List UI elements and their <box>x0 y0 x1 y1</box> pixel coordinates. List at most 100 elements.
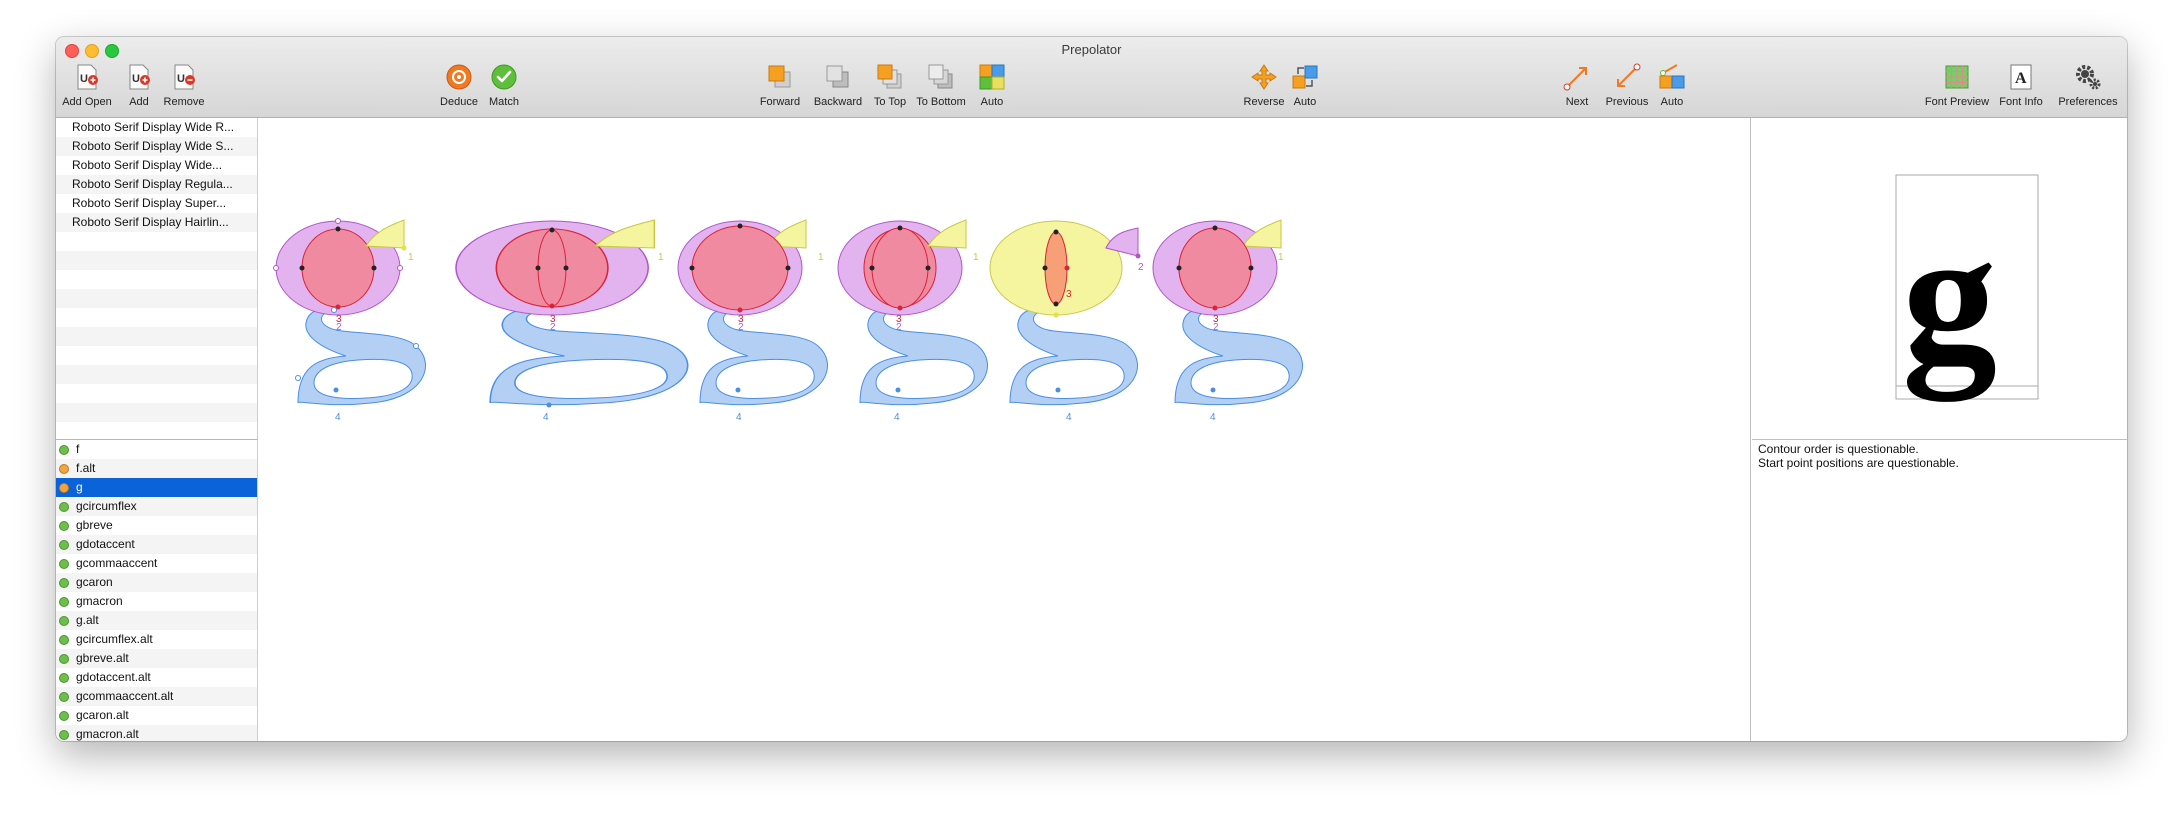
status-dot-icon <box>59 578 69 588</box>
font-list-item[interactable]: Roboto Serif Display Regula... <box>56 175 257 194</box>
master-glyph-4[interactable] <box>837 219 989 406</box>
forward-button[interactable]: Forward <box>757 62 803 114</box>
status-dot-icon <box>59 445 69 455</box>
contour-canvas-svg[interactable]: 1 3 2 4 1 3 2 4 1 3 2 4 1 3 2 4 2 3 4 1 <box>258 118 1750 741</box>
glyph-list-item[interactable]: f.alt <box>56 459 257 478</box>
window-title: Prepolator <box>1061 42 1122 57</box>
glyph-list-item[interactable]: g.alt <box>56 611 257 630</box>
reverse-direction-icon <box>1251 64 1277 90</box>
backward-button[interactable]: Backward <box>810 62 866 114</box>
preferences-button[interactable]: Preferences <box>2054 62 2122 114</box>
contour-label: 1 <box>973 252 979 263</box>
preferences-label: Preferences <box>2058 96 2118 108</box>
glyph-name: gcircumflex.alt <box>76 632 153 646</box>
glyph-preview-svg: g <box>1895 174 2039 402</box>
contour-label: 2 <box>896 322 902 333</box>
font-info-button[interactable]: A Font Info <box>1996 62 2046 114</box>
contour-label: 4 <box>1066 412 1072 423</box>
contour-label: 2 <box>738 322 744 333</box>
match-label: Match <box>489 96 519 108</box>
previous-label: Previous <box>1605 96 1649 108</box>
to-bottom-label: To Bottom <box>916 96 966 108</box>
glyph-list-item[interactable]: gbreve.alt <box>56 649 257 668</box>
contour-canvas[interactable]: 1 3 2 4 1 3 2 4 1 3 2 4 1 3 2 4 2 3 4 1 <box>258 118 1751 741</box>
bring-forward-icon <box>768 65 791 88</box>
glyph-name: gcaron <box>76 575 113 589</box>
glyph-list-item[interactable]: gdotaccent <box>56 535 257 554</box>
glyph-list-item-selected[interactable]: g <box>56 478 257 497</box>
next-button[interactable]: Next <box>1559 62 1595 114</box>
master-glyph-3[interactable] <box>677 219 829 406</box>
glyph-list-item[interactable]: gcircumflex.alt <box>56 630 257 649</box>
font-list-item[interactable]: Roboto Serif Display Wide R... <box>56 118 257 137</box>
glyph-list-item[interactable]: gmacron.alt <box>56 725 257 741</box>
to-top-button[interactable]: To Top <box>869 62 911 114</box>
glyph-list-item[interactable]: gcommaaccent.alt <box>56 687 257 706</box>
match-button[interactable]: Match <box>486 62 522 114</box>
status-dot-icon <box>59 483 69 493</box>
app-window: Prepolator U Add Open U Add U Remove Ded… <box>56 37 2127 741</box>
auto-direction-button[interactable]: Auto <box>1286 62 1324 114</box>
glyph-name: gbreve.alt <box>76 651 129 665</box>
deduce-label: Deduce <box>440 96 478 108</box>
font-preview-button[interactable]: Font Preview <box>1922 62 1992 114</box>
remove-label: Remove <box>163 96 205 108</box>
reverse-button[interactable]: Reverse <box>1241 62 1287 114</box>
add-button[interactable]: U Add <box>124 62 154 114</box>
font-list-item[interactable]: Roboto Serif Display Hairlin... <box>56 213 257 232</box>
contour-label: 4 <box>1210 412 1216 423</box>
add-open-button[interactable]: U Add Open <box>62 62 112 114</box>
to-top-label: To Top <box>873 96 907 108</box>
glyph-list-item[interactable]: gcaron.alt <box>56 706 257 725</box>
glyph-name: gcaron.alt <box>76 708 129 722</box>
deduce-button[interactable]: Deduce <box>437 62 481 114</box>
auto-order-button[interactable]: Auto <box>973 62 1011 114</box>
glyph-name: f.alt <box>76 461 96 475</box>
status-dot-icon <box>59 692 69 702</box>
contour-label: 2 <box>550 322 556 333</box>
glyph-name: gmacron.alt <box>76 727 139 741</box>
font-info-icon: A <box>2010 64 2032 90</box>
glyph-list-item[interactable]: gmacron <box>56 592 257 611</box>
status-dot-icon <box>59 673 69 683</box>
glyph-list[interactable]: f f.alt g gcircumflex gbreve gdotaccent … <box>56 440 258 741</box>
master-glyph-5[interactable] <box>989 220 1141 406</box>
auto-start-button[interactable]: Auto <box>1653 62 1691 114</box>
glyph-list-item[interactable]: f <box>56 440 257 459</box>
to-bottom-button[interactable]: To Bottom <box>911 62 971 114</box>
auto-start-point-icon <box>1659 64 1685 89</box>
backward-label: Backward <box>813 96 863 108</box>
contour-label: 2 <box>336 322 342 333</box>
previous-button[interactable]: Previous <box>1600 62 1654 114</box>
master-glyph-2[interactable] <box>455 219 689 406</box>
status-dot-icon <box>59 540 69 550</box>
contour-label: 1 <box>408 252 414 263</box>
auto-start-label: Auto <box>1660 96 1684 108</box>
glyph-list-item[interactable]: gbreve <box>56 516 257 535</box>
font-list[interactable]: Roboto Serif Display Wide R... Roboto Se… <box>56 118 258 440</box>
glyph-name: gcommaaccent.alt <box>76 689 174 703</box>
remove-font-icon: U <box>174 64 195 90</box>
status-dot-icon <box>59 597 69 607</box>
glyph-list-item[interactable]: gcircumflex <box>56 497 257 516</box>
contour-label: 1 <box>658 252 664 263</box>
auto-direction-label: Auto <box>1293 96 1317 108</box>
auto-order-label: Auto <box>980 96 1004 108</box>
font-info-label: Font Info <box>1999 96 2043 108</box>
font-list-item[interactable]: Roboto Serif Display Super... <box>56 194 257 213</box>
font-preview-label: Font Preview <box>1924 96 1990 108</box>
master-glyph-1[interactable] <box>273 218 427 406</box>
font-list-item[interactable]: Roboto Serif Display Wide... <box>56 156 257 175</box>
auto-order-icon <box>979 64 1005 90</box>
glyph-name: gcircumflex <box>76 499 137 513</box>
remove-button[interactable]: U Remove <box>161 62 207 114</box>
status-dot-icon <box>59 464 69 474</box>
svg-text:A: A <box>2015 70 2027 87</box>
glyph-list-item[interactable]: gdotaccent.alt <box>56 668 257 687</box>
add-open-icon: U <box>77 64 98 90</box>
deduce-icon <box>446 64 472 90</box>
glyph-list-item[interactable]: gcommaaccent <box>56 554 257 573</box>
font-list-item[interactable]: Roboto Serif Display Wide S... <box>56 137 257 156</box>
glyph-list-item[interactable]: gcaron <box>56 573 257 592</box>
master-glyph-6[interactable] <box>1152 219 1304 406</box>
